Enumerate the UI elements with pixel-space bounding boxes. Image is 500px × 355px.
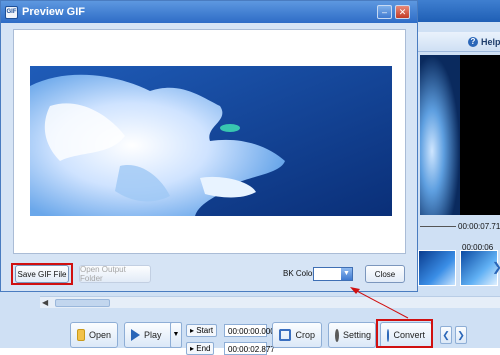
open-output-folder-button[interactable]: Open Output Folder bbox=[79, 265, 151, 283]
help-label: Help bbox=[481, 37, 500, 47]
frame-thumbnails bbox=[418, 250, 500, 286]
play-dropdown[interactable]: ▼ bbox=[170, 322, 182, 348]
chevron-down-icon: ▼ bbox=[341, 268, 352, 280]
crop-button[interactable]: Crop bbox=[272, 322, 322, 348]
frame-thumbnail[interactable] bbox=[418, 250, 456, 286]
folder-icon bbox=[77, 329, 85, 341]
window-titlebar: GIF Preview GIF bbox=[1, 1, 417, 23]
crop-label: Crop bbox=[295, 330, 315, 340]
horizontal-scrollbar[interactable]: ◀ bbox=[40, 296, 500, 308]
play-icon bbox=[131, 329, 140, 341]
start-button[interactable]: ▸ Start bbox=[186, 324, 218, 337]
open-button[interactable]: Open bbox=[70, 322, 118, 348]
scroll-right-icon[interactable]: ❯ bbox=[492, 260, 500, 274]
convert-highlight bbox=[376, 319, 433, 348]
gif-app-icon: GIF bbox=[5, 5, 18, 19]
gear-icon bbox=[335, 328, 339, 342]
help-menu[interactable]: ? Help bbox=[468, 37, 500, 47]
end-time-field[interactable]: 00:00:02.877 bbox=[224, 342, 275, 355]
scroll-left-icon[interactable]: ◀ bbox=[42, 298, 48, 307]
play-label: Play bbox=[144, 330, 162, 340]
setting-button[interactable]: Setting bbox=[328, 322, 376, 348]
window-title: Preview GIF bbox=[22, 6, 85, 18]
scrollbar-thumb[interactable] bbox=[55, 299, 110, 307]
crop-icon bbox=[279, 329, 292, 341]
end-pill: ▸ End bbox=[186, 342, 215, 355]
minimize-icon[interactable]: – bbox=[377, 5, 392, 19]
bk-color-label: BK Color bbox=[283, 269, 316, 278]
preview-frame bbox=[13, 29, 406, 254]
save-highlight bbox=[11, 263, 73, 285]
main-toolbar: Open Play ▼ ▸ Start 00:00:00.000 ▸ End 0… bbox=[60, 318, 500, 355]
preview-gif-window: GIF Preview GIF – ✕ Save GIF File Open O… bbox=[0, 0, 418, 292]
start-time-field[interactable]: 00:00:00.000 bbox=[224, 324, 275, 337]
video-preview bbox=[420, 55, 500, 215]
close-button[interactable]: Close bbox=[365, 265, 405, 283]
gif-preview-image bbox=[30, 66, 392, 216]
help-icon: ? bbox=[468, 37, 478, 47]
current-time: 00:00:07.716 bbox=[458, 222, 500, 231]
bk-color-dropdown[interactable]: ▼ bbox=[313, 267, 353, 281]
prev-arrow-icon[interactable]: ❮ bbox=[440, 326, 452, 344]
setting-label: Setting bbox=[343, 330, 372, 340]
end-button[interactable]: ▸ End bbox=[186, 342, 215, 355]
start-pill: ▸ Start bbox=[186, 324, 218, 337]
close-icon[interactable]: ✕ bbox=[395, 5, 410, 19]
open-label: Open bbox=[88, 330, 111, 340]
time-slider[interactable] bbox=[420, 226, 456, 227]
next-arrow-icon[interactable]: ❯ bbox=[455, 326, 467, 344]
